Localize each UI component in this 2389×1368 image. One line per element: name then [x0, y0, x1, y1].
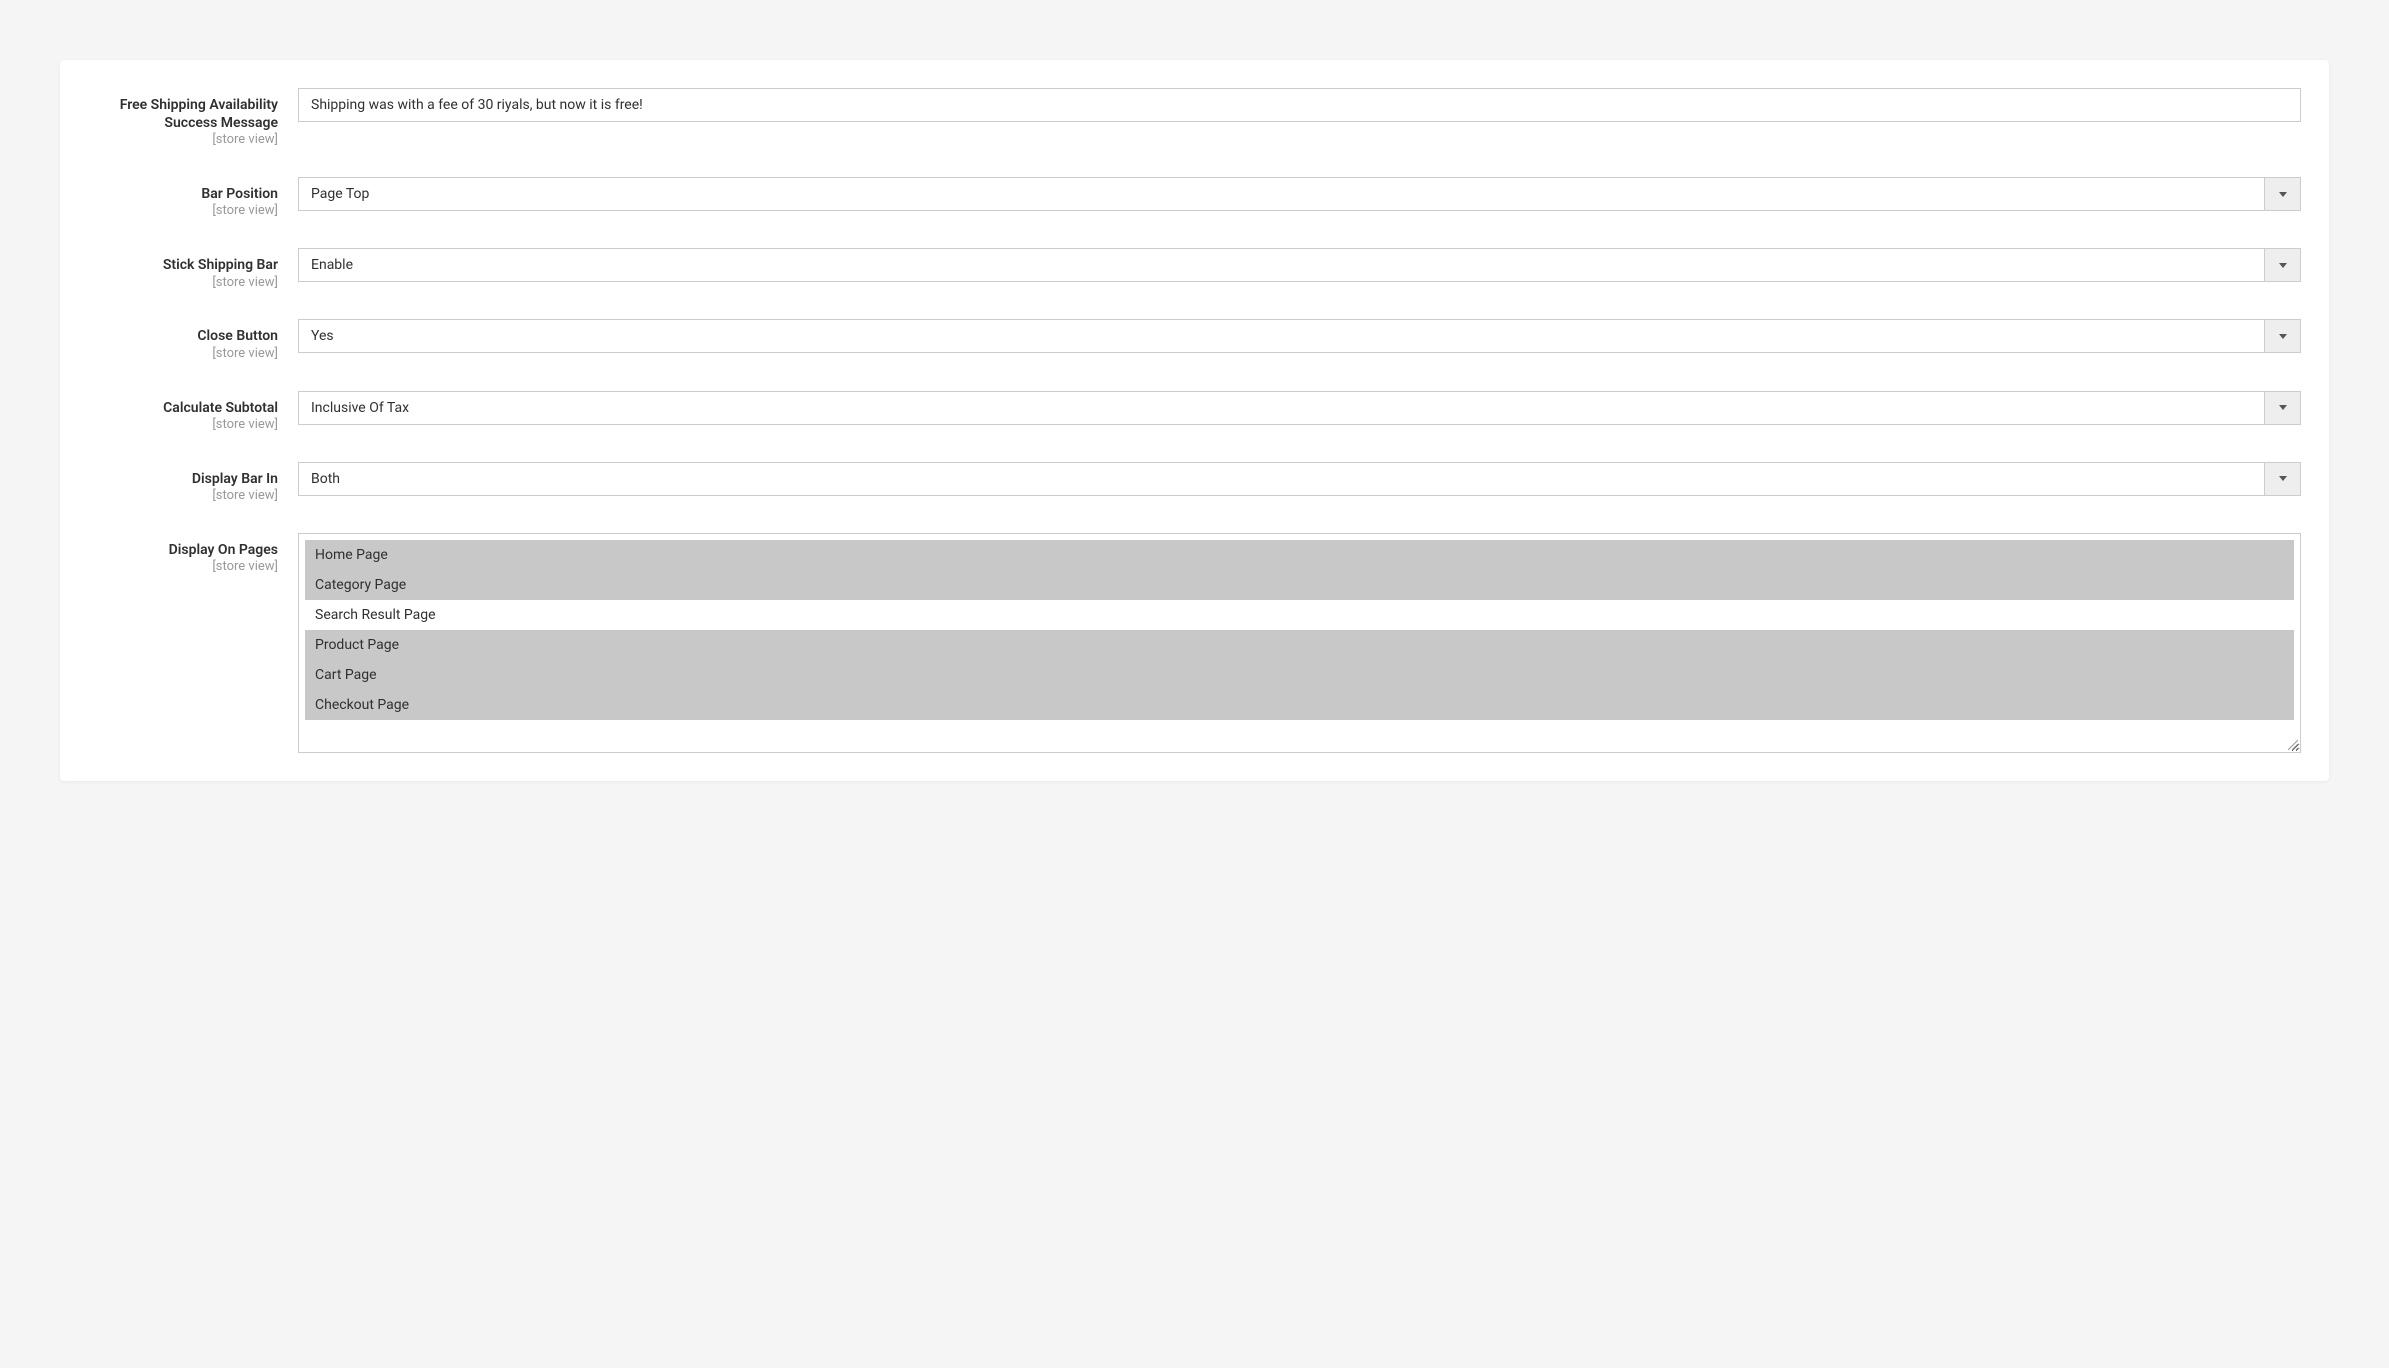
field-success-message: Free Shipping Availability Success Messa…: [88, 88, 2301, 149]
select-value: Yes: [299, 320, 2264, 352]
label-col: Close Button [store view]: [88, 319, 298, 362]
caret-down-icon: [2279, 192, 2287, 197]
scope-hint: [store view]: [88, 346, 278, 363]
caret-down-icon: [2279, 476, 2287, 481]
label-col: Stick Shipping Bar [store view]: [88, 248, 298, 291]
control-col: Home PageCategory PageSearch Result Page…: [298, 533, 2301, 753]
select-value: Both: [299, 463, 2264, 495]
multiselect-option[interactable]: Product Page: [305, 630, 2294, 660]
select-value: Inclusive Of Tax: [299, 392, 2264, 424]
field-calc-subtotal: Calculate Subtotal [store view] Inclusiv…: [88, 391, 2301, 434]
control-col: Enable: [298, 248, 2301, 282]
label-display-bar-in: Display Bar In: [88, 470, 278, 488]
scope-hint: [store view]: [88, 417, 278, 434]
control-col: Page Top: [298, 177, 2301, 211]
scope-hint: [store view]: [88, 275, 278, 292]
select-value: Enable: [299, 249, 2264, 281]
close-button-select[interactable]: Yes: [298, 319, 2301, 353]
field-display-on-pages: Display On Pages [store view] Home PageC…: [88, 533, 2301, 753]
scope-hint: [store view]: [88, 488, 278, 505]
field-stick-bar: Stick Shipping Bar [store view] Enable: [88, 248, 2301, 291]
label-col: Free Shipping Availability Success Messa…: [88, 88, 298, 149]
field-bar-position: Bar Position [store view] Page Top: [88, 177, 2301, 220]
multiselect-option[interactable]: Category Page: [305, 570, 2294, 600]
label-calc-subtotal: Calculate Subtotal: [88, 399, 278, 417]
dropdown-toggle[interactable]: [2264, 178, 2300, 210]
label-success-message: Free Shipping Availability Success Messa…: [88, 96, 278, 132]
caret-down-icon: [2279, 334, 2287, 339]
multiselect-option[interactable]: Home Page: [305, 540, 2294, 570]
label-stick-bar: Stick Shipping Bar: [88, 256, 278, 274]
field-close-button: Close Button [store view] Yes: [88, 319, 2301, 362]
label-col: Calculate Subtotal [store view]: [88, 391, 298, 434]
label-col: Bar Position [store view]: [88, 177, 298, 220]
dropdown-toggle[interactable]: [2264, 392, 2300, 424]
dropdown-toggle[interactable]: [2264, 249, 2300, 281]
label-col: Display Bar In [store view]: [88, 462, 298, 505]
multiselect-option[interactable]: Checkout Page: [305, 690, 2294, 720]
scope-hint: [store view]: [88, 132, 278, 149]
field-display-bar-in: Display Bar In [store view] Both: [88, 462, 2301, 505]
control-col: Inclusive Of Tax: [298, 391, 2301, 425]
multiselect-option[interactable]: Cart Page: [305, 660, 2294, 690]
dropdown-toggle[interactable]: [2264, 463, 2300, 495]
scope-hint: [store view]: [88, 203, 278, 220]
control-col: Yes: [298, 319, 2301, 353]
config-panel: Free Shipping Availability Success Messa…: [60, 60, 2329, 781]
control-col: Both: [298, 462, 2301, 496]
scope-hint: [store view]: [88, 559, 278, 576]
label-display-on-pages: Display On Pages: [88, 541, 278, 559]
label-bar-position: Bar Position: [88, 185, 278, 203]
caret-down-icon: [2279, 263, 2287, 268]
select-value: Page Top: [299, 178, 2264, 210]
caret-down-icon: [2279, 405, 2287, 410]
display-bar-in-select[interactable]: Both: [298, 462, 2301, 496]
bar-position-select[interactable]: Page Top: [298, 177, 2301, 211]
resize-handle-icon: [2288, 740, 2298, 750]
control-col: [298, 88, 2301, 122]
multiselect-option[interactable]: Search Result Page: [305, 600, 2294, 630]
stick-bar-select[interactable]: Enable: [298, 248, 2301, 282]
success-message-input[interactable]: [298, 88, 2301, 122]
calc-subtotal-select[interactable]: Inclusive Of Tax: [298, 391, 2301, 425]
display-on-pages-multiselect[interactable]: Home PageCategory PageSearch Result Page…: [298, 533, 2301, 753]
label-close-button: Close Button: [88, 327, 278, 345]
dropdown-toggle[interactable]: [2264, 320, 2300, 352]
label-col: Display On Pages [store view]: [88, 533, 298, 576]
